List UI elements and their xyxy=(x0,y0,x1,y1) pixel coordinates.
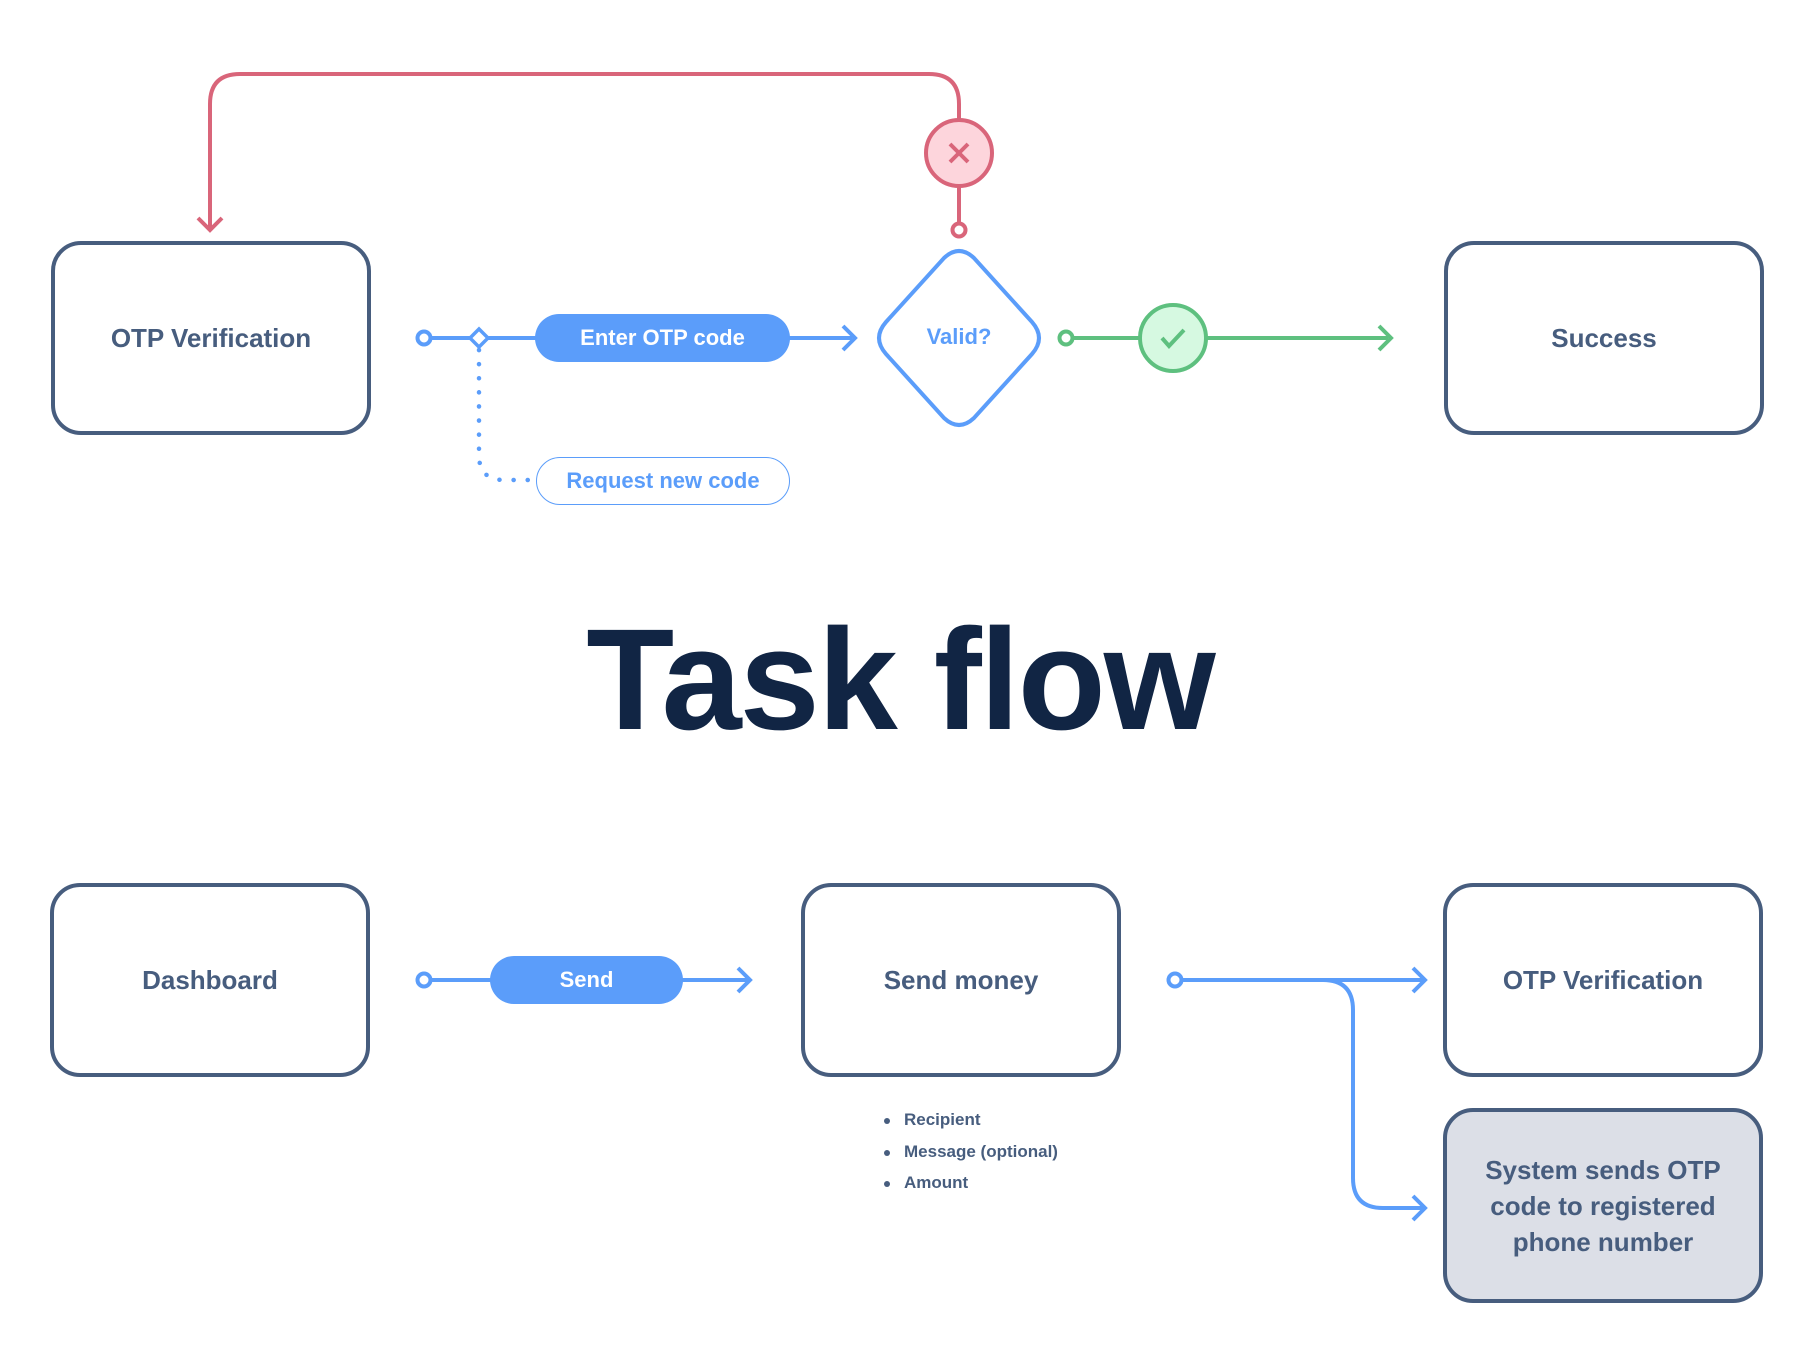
field-item: Recipient xyxy=(880,1104,1058,1136)
screen-success[interactable]: Success xyxy=(1444,241,1764,435)
system-step-send-otp[interactable]: System sends OTP code to registered phon… xyxy=(1443,1108,1763,1303)
enter-otp-code-action[interactable]: Enter OTP code xyxy=(535,314,790,362)
screen-label: OTP Verification xyxy=(110,323,312,353)
screen-label: Dashboard xyxy=(142,965,278,995)
request-code-dotted-connector xyxy=(476,347,531,483)
enter-code-connector-start xyxy=(415,329,433,347)
invalid-connector-start xyxy=(950,221,968,239)
send-connector-start xyxy=(415,971,433,989)
send-action[interactable]: Send xyxy=(490,956,683,1004)
invalid-loop-connector xyxy=(208,72,961,230)
system-step-label: System sends OTP code to registered phon… xyxy=(1485,1154,1721,1257)
decision-label: Valid? xyxy=(926,324,992,349)
screen-dashboard[interactable]: Dashboard xyxy=(50,883,370,1077)
action-label: Request new code xyxy=(566,468,760,493)
screen-label: Success xyxy=(1551,323,1657,353)
otp-connector-start xyxy=(1166,971,1184,989)
action-label: Enter OTP code xyxy=(580,325,745,350)
screen-label: OTP Verification xyxy=(1502,965,1704,995)
screen-label: Send money xyxy=(883,965,1039,995)
valid-badge xyxy=(1138,303,1208,373)
screen-otp-verification-bottom[interactable]: OTP Verification xyxy=(1443,883,1763,1077)
field-item: Message (optional) xyxy=(880,1136,1058,1168)
send-money-fields: Recipient Message (optional) Amount xyxy=(880,1104,1058,1199)
field-item: Amount xyxy=(880,1167,1058,1199)
request-new-code-action[interactable]: Request new code xyxy=(536,457,790,505)
branch-diamond-marker xyxy=(467,326,491,350)
system-branch-connector xyxy=(1322,978,1423,1210)
screen-otp-verification-top[interactable]: OTP Verification xyxy=(51,241,371,435)
action-label: Send xyxy=(559,967,614,992)
page-title: Task flow xyxy=(586,599,1215,760)
valid-connector-start xyxy=(1057,329,1075,347)
screen-send-money[interactable]: Send money xyxy=(801,883,1121,1077)
